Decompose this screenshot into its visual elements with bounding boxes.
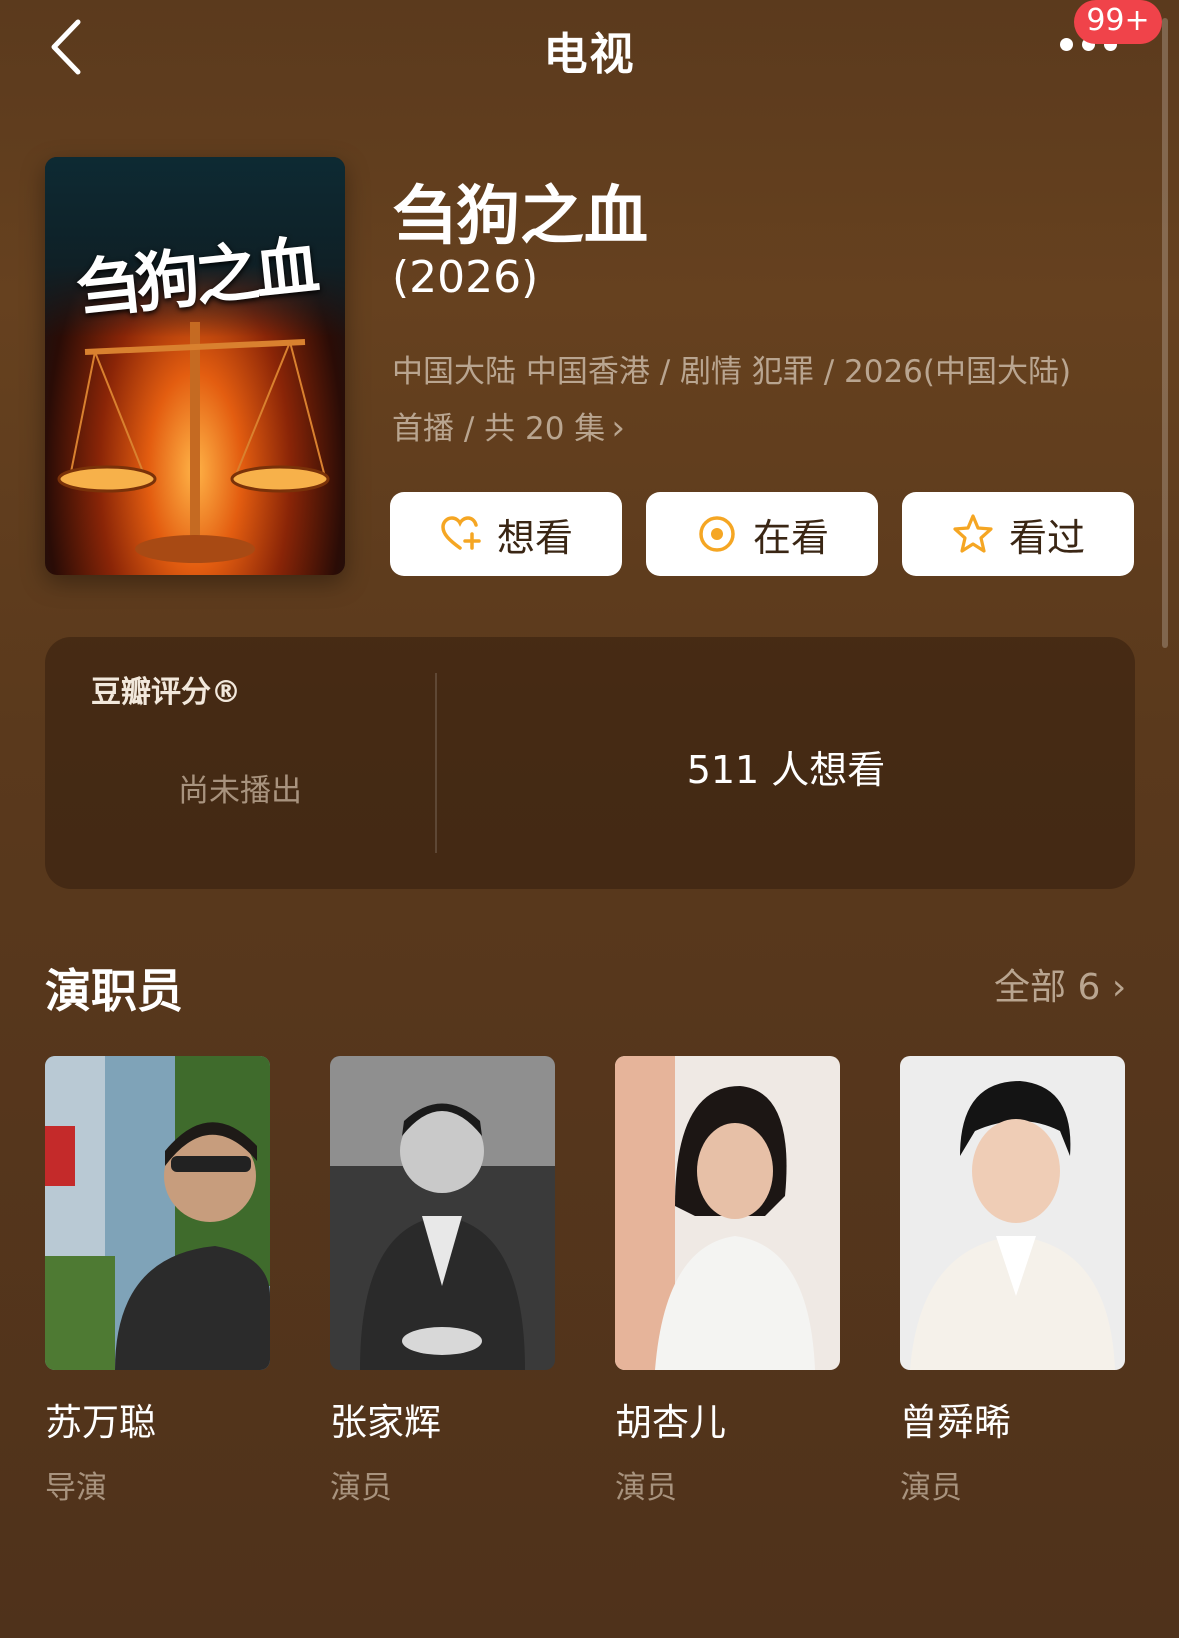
show-year: (2026)	[392, 252, 539, 303]
watching-button[interactable]: 在看	[646, 492, 878, 576]
person-photo-icon	[45, 1056, 270, 1370]
meta-line-1: 中国大陆 中国香港 / 剧情 犯罪 / 2026(中国大陆)	[392, 354, 1072, 390]
cast-view-all-link[interactable]: 全部 6 ›	[994, 958, 1126, 1010]
page-title: 电视	[543, 29, 636, 80]
cast-name: 张家辉	[330, 1401, 441, 1444]
cast-photo	[45, 1056, 270, 1370]
cast-section-title: 演职员	[45, 964, 183, 1018]
cast-name: 苏万聪	[45, 1401, 156, 1444]
cast-photo	[330, 1056, 555, 1370]
rating-status: 尚未播出	[178, 773, 302, 809]
person-photo-icon	[330, 1056, 555, 1370]
cast-role: 演员	[330, 1470, 392, 1506]
watched-label: 看过	[1008, 515, 1085, 560]
cast-photo	[615, 1056, 840, 1370]
wish-count: 511 人想看	[686, 748, 886, 792]
scrollbar[interactable]	[1162, 18, 1168, 648]
cast-list: 苏万聪 导演 张家辉 演员 胡杏儿 演员 曾舜晞 演员	[45, 1056, 1145, 1506]
watched-button[interactable]: 看过	[902, 492, 1134, 576]
cast-role: 演员	[615, 1470, 677, 1506]
chevron-right-icon: ›	[1111, 967, 1127, 1008]
person-photo-icon	[900, 1056, 1125, 1370]
chevron-right-icon: ›	[611, 408, 625, 448]
show-meta[interactable]: 中国大陆 中国香港 / 剧情 犯罪 / 2026(中国大陆) 首播 / 共 20…	[392, 344, 1132, 457]
show-title: 刍狗之血	[392, 180, 648, 254]
cast-member[interactable]: 苏万聪 导演	[45, 1056, 270, 1507]
notification-badge: 99+	[1074, 0, 1162, 44]
want-to-watch-button[interactable]: 想看	[390, 492, 622, 576]
meta-line-2: 首播 / 共 20 集 ›	[392, 400, 1132, 457]
person-photo-icon	[615, 1056, 840, 1370]
cast-member[interactable]: 张家辉 演员	[330, 1056, 555, 1507]
meta-line-2-text: 首播 / 共 20 集	[392, 411, 606, 447]
cast-role: 演员	[900, 1470, 962, 1506]
rating-card[interactable]: 豆瓣评分® 尚未播出 511 人想看	[45, 637, 1135, 889]
heart-plus-icon	[441, 516, 481, 550]
cast-name: 胡杏儿	[615, 1401, 726, 1444]
top-navigation-bar: 电视 99+	[0, 0, 1179, 100]
cast-photo	[900, 1056, 1125, 1370]
cast-member[interactable]: 曾舜晞 演员	[900, 1056, 1125, 1507]
show-poster[interactable]: 刍狗之血	[45, 157, 345, 575]
watching-label: 在看	[752, 515, 829, 560]
action-buttons: 想看 在看 看过	[390, 492, 1135, 576]
cast-view-all-label: 全部 6	[994, 967, 1101, 1008]
cast-member[interactable]: 胡杏儿 演员	[615, 1056, 840, 1507]
more-dots-icon	[1060, 38, 1073, 51]
cast-name: 曾舜晞	[900, 1401, 1011, 1444]
star-outline-icon	[953, 514, 993, 553]
cast-role: 导演	[45, 1470, 107, 1506]
want-to-watch-label: 想看	[496, 515, 573, 560]
target-circle-icon	[699, 516, 735, 552]
rating-label: 豆瓣评分®	[91, 675, 241, 710]
